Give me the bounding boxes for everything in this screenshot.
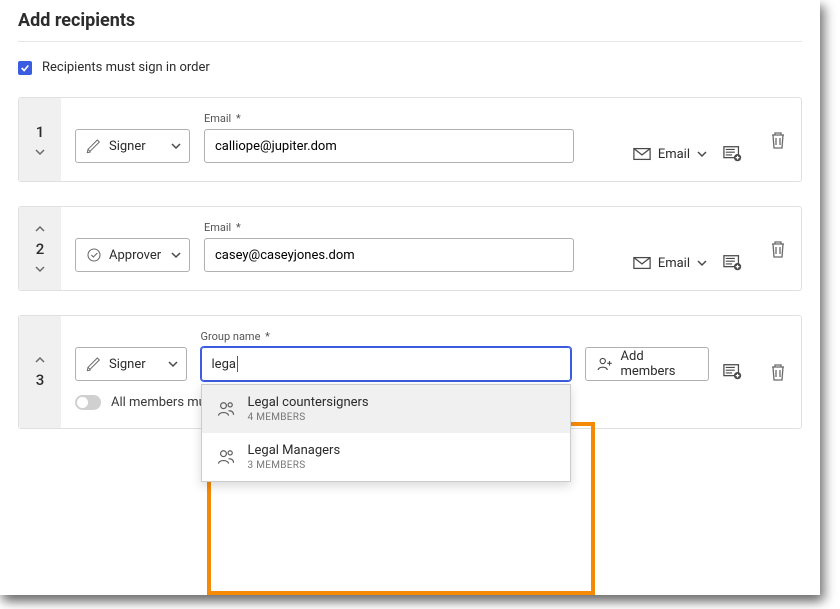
sign-in-order-checkbox[interactable]	[18, 61, 32, 75]
group-option-meta: 4 MEMBERS	[248, 412, 369, 423]
settings-plus-icon	[723, 145, 743, 163]
envelope-icon	[633, 147, 651, 161]
chevron-down-icon	[171, 250, 181, 260]
group-option-name: Legal countersigners	[248, 395, 369, 410]
chevron-down-icon[interactable]	[35, 264, 45, 274]
group-icon	[216, 447, 236, 467]
group-option-name: Legal Managers	[248, 443, 341, 458]
chevron-down-icon	[168, 359, 178, 369]
group-autocomplete-item[interactable]: Legal Managers 3 MEMBERS	[202, 433, 570, 481]
role-label: Approver	[109, 248, 161, 263]
pen-icon	[86, 356, 102, 372]
role-label: Signer	[109, 357, 146, 372]
delivery-select[interactable]: Email	[633, 256, 707, 271]
order-handle[interactable]: 1	[19, 98, 61, 181]
order-number: 1	[36, 123, 45, 141]
trash-icon	[770, 131, 786, 149]
settings-button[interactable]	[723, 145, 743, 163]
delete-button[interactable]	[770, 131, 786, 149]
role-select[interactable]: Signer	[75, 129, 190, 163]
delivery-label: Email	[658, 256, 690, 271]
email-input[interactable]	[204, 238, 574, 272]
order-handle[interactable]: 3	[19, 316, 61, 428]
order-number: 3	[36, 371, 45, 389]
trash-icon	[770, 240, 786, 258]
all-members-toggle[interactable]	[75, 395, 101, 410]
sign-in-order-label: Recipients must sign in order	[42, 60, 210, 75]
trash-icon	[770, 363, 786, 381]
role-label: Signer	[109, 139, 146, 154]
check-icon	[20, 63, 30, 73]
settings-plus-icon	[723, 363, 743, 381]
check-circle-icon	[86, 247, 102, 263]
group-option-meta: 3 MEMBERS	[248, 460, 341, 471]
chevron-down-icon	[171, 141, 181, 151]
delete-button[interactable]	[770, 240, 786, 258]
chevron-up-icon[interactable]	[35, 355, 45, 365]
group-name-label: Group name *	[201, 330, 571, 343]
chevron-down-icon	[697, 258, 707, 268]
pen-icon	[86, 138, 102, 154]
role-select[interactable]: Signer	[75, 347, 187, 381]
chevron-up-icon[interactable]	[35, 224, 45, 234]
group-autocomplete-dropdown: Legal countersigners 4 MEMBERS Legal Man…	[201, 384, 571, 482]
recipient-row: 3 Signer Group name * lega	[18, 315, 802, 429]
add-members-button[interactable]: Add members	[585, 347, 709, 381]
envelope-icon	[633, 256, 651, 270]
group-icon	[216, 399, 236, 419]
page-title: Add recipients	[18, 10, 802, 42]
group-name-input[interactable]: lega	[201, 347, 571, 381]
order-number: 2	[36, 240, 45, 258]
delivery-select[interactable]: Email	[633, 147, 707, 162]
settings-plus-icon	[723, 254, 743, 272]
recipient-row: 1 Signer Email *	[18, 97, 802, 182]
email-label: Email *	[204, 112, 574, 125]
email-input[interactable]	[204, 129, 574, 163]
settings-button[interactable]	[723, 254, 743, 272]
recipient-row: 2 Approver Email *	[18, 206, 802, 291]
add-members-label: Add members	[621, 349, 698, 379]
add-members-icon	[596, 355, 614, 373]
role-select[interactable]: Approver	[75, 238, 190, 272]
delete-button[interactable]	[770, 363, 786, 381]
group-autocomplete-item[interactable]: Legal countersigners 4 MEMBERS	[202, 385, 570, 433]
settings-button[interactable]	[723, 363, 743, 381]
chevron-down-icon[interactable]	[35, 147, 45, 157]
email-label: Email *	[204, 221, 574, 234]
chevron-down-icon	[697, 149, 707, 159]
order-handle[interactable]: 2	[19, 207, 61, 290]
delivery-label: Email	[658, 147, 690, 162]
